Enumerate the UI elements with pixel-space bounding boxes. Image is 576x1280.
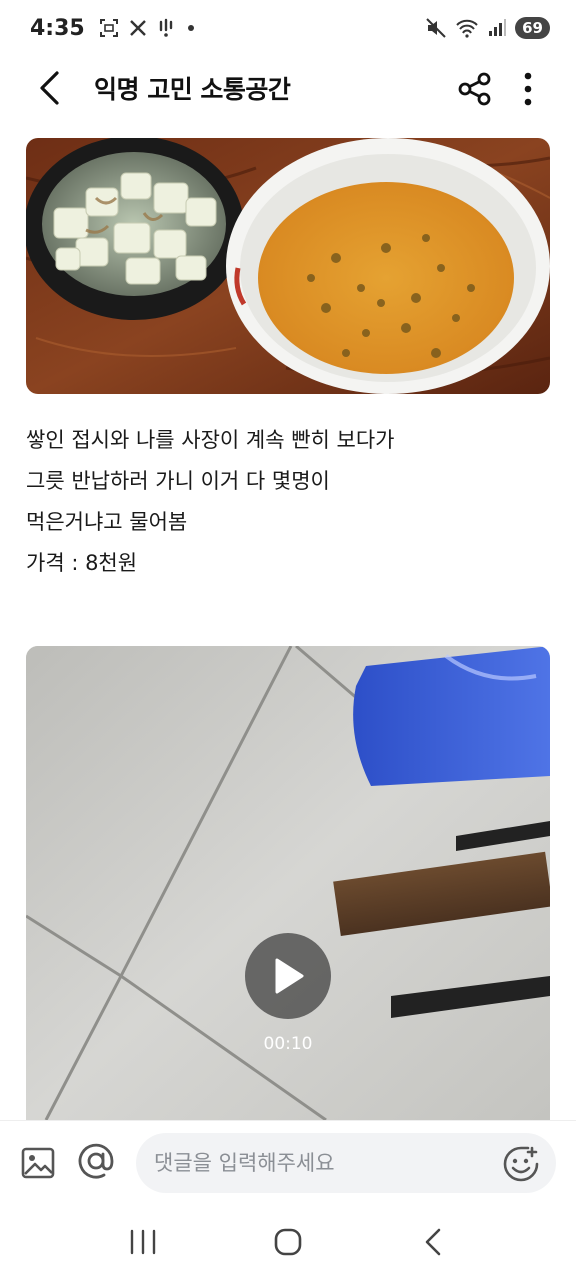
recent-apps-button[interactable] [113, 1212, 173, 1272]
comment-input[interactable] [136, 1133, 556, 1193]
post-line: 그릇 반납하러 가니 이거 다 몇명이 [26, 469, 330, 493]
post-body: 쌓인 접시와 나를 사장이 계속 빤히 보다가 그릇 반납하러 가니 이거 다 … [26, 420, 550, 584]
share-icon [458, 72, 491, 106]
status-left-icons [99, 18, 195, 38]
page-title: 익명 고민 소통공간 [94, 75, 291, 104]
post-line: 먹은거냐고 물어봄 [26, 510, 188, 534]
image-icon [21, 1147, 55, 1179]
home-button[interactable] [258, 1212, 318, 1272]
food-photo [26, 138, 550, 394]
back-button[interactable] [20, 58, 80, 118]
emoji-button[interactable] [502, 1145, 540, 1183]
back-icon [426, 1228, 441, 1256]
signal-icon [489, 19, 507, 36]
more-button[interactable] [508, 66, 548, 112]
back-arrow-icon [40, 71, 59, 105]
battery-icon: 69 [515, 17, 550, 39]
post-image[interactable] [26, 138, 550, 394]
comment-bar [0, 1120, 576, 1204]
at-icon [78, 1143, 114, 1179]
attach-image-button[interactable] [20, 1145, 56, 1181]
post-line: 쌓인 접시와 나를 사장이 계속 빤히 보다가 [26, 428, 395, 452]
system-nav-bar [0, 1204, 576, 1280]
x-icon [129, 20, 146, 36]
mention-button[interactable] [74, 1139, 118, 1183]
screenshot-icon [99, 19, 118, 37]
dot-icon [187, 25, 194, 31]
status-time: 4:35 [30, 15, 85, 41]
mute-icon [426, 18, 446, 38]
recent-apps-icon [130, 1229, 155, 1255]
play-icon [275, 958, 304, 994]
video-player[interactable]: 00:10 [26, 646, 550, 1120]
share-button[interactable] [452, 66, 498, 112]
app-header: 익명 고민 소통공간 [0, 56, 576, 120]
video-duration: 00:10 [263, 1034, 313, 1054]
play-button[interactable] [245, 933, 331, 1019]
status-bar: 4:35 69 [0, 0, 576, 56]
more-vertical-icon [524, 72, 532, 106]
notification-icon [159, 18, 172, 37]
post-line: 가격 : 8천원 [26, 551, 138, 575]
emoji-icon [503, 1146, 539, 1182]
wifi-icon [456, 19, 478, 38]
status-right-icons: 69 [425, 17, 550, 39]
home-icon [274, 1228, 302, 1256]
nav-back-button[interactable] [403, 1212, 463, 1272]
